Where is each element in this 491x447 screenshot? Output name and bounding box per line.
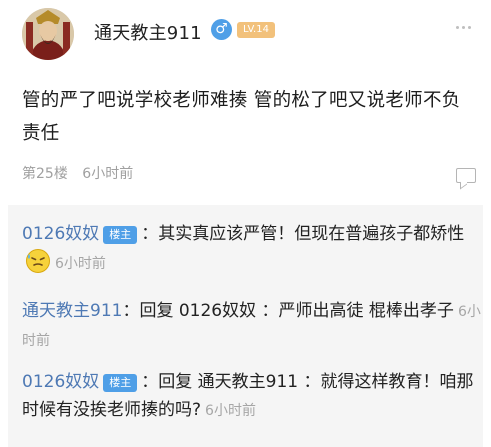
reply-author[interactable]: 通天教主911 (22, 301, 122, 321)
reply-colon: ： (122, 301, 140, 321)
post-time: 6小时前 (82, 166, 134, 182)
comment-icon[interactable] (456, 168, 476, 183)
avatar[interactable] (22, 8, 74, 60)
reply-panel: 0126奴奴 楼主 ：其实真应该严管！但现在普遍孩子都矫性 6小时前 通天教主911… (8, 205, 483, 447)
post-meta: 第25楼 6小时前 (22, 163, 133, 183)
more-options-button[interactable] (456, 26, 476, 34)
reply-author[interactable]: 0126奴奴 (22, 372, 99, 392)
reply-item[interactable]: 通天教主911：回复 0126奴奴 ：严师出高徒 棍棒出孝子 6小时前 (22, 297, 482, 355)
avatar-image (22, 8, 74, 60)
reply-time: 6小时前 (205, 403, 256, 419)
level-badge: LV.14 (237, 22, 275, 38)
reply-text: 其实真应该严管！但现在普遍孩子都矫性 (158, 224, 465, 244)
sweat-emoji-icon (25, 248, 51, 274)
reply-colon: ： (141, 224, 159, 244)
post-header: 通天教主911 ♂ LV.14 (0, 0, 491, 66)
reply-item[interactable]: 0126奴奴 楼主 ：其实真应该严管！但现在普遍孩子都矫性 6小时前 (22, 220, 482, 278)
reply-time: 6小时前 (55, 256, 106, 272)
dot-icon (456, 26, 459, 29)
dot-icon (468, 26, 471, 29)
reply-author[interactable]: 0126奴奴 (22, 224, 99, 244)
male-gender-icon: ♂ (211, 19, 232, 40)
reply-text: 回复 0126奴奴 ：严师出高徒 棍棒出孝子 (139, 301, 454, 321)
reply-item[interactable]: 0126奴奴 楼主 ：回复 通天教主911 ：就得这样教育！咱那时候有没挨老师揍的吗… (22, 368, 482, 425)
floor-number: 第25楼 (22, 166, 68, 182)
dot-icon (462, 26, 465, 29)
owner-badge: 楼主 (103, 374, 138, 392)
reply-colon: ： (141, 372, 159, 392)
post-body: 管的严了吧说学校老师难揍 管的松了吧又说老师不负责任 (22, 90, 461, 144)
owner-badge: 楼主 (103, 226, 138, 244)
username[interactable]: 通天教主911 (94, 19, 202, 45)
